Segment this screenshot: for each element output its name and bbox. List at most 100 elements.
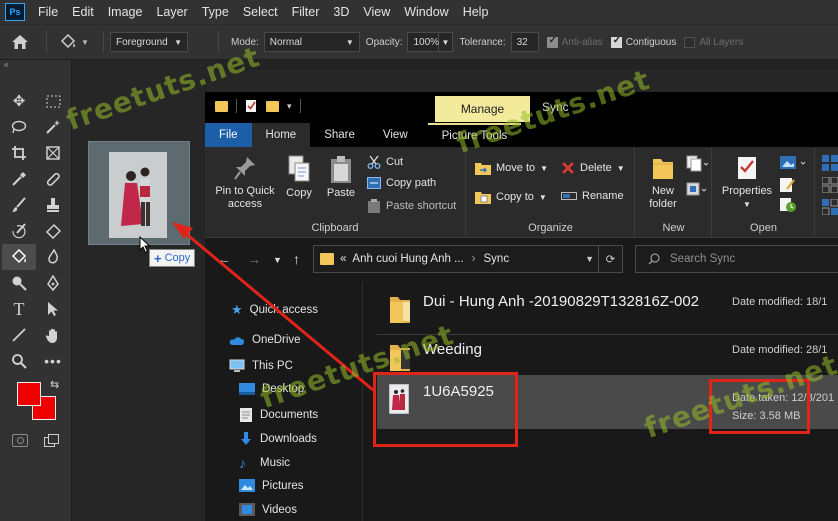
paste-button[interactable]: Paste (321, 155, 361, 200)
history-button[interactable] (779, 197, 809, 213)
screen-mode-icon[interactable] (44, 434, 60, 447)
nav-quick-access[interactable]: ★ Quick access (231, 302, 318, 318)
lasso-tool-icon[interactable] (2, 114, 36, 140)
nav-downloads[interactable]: Downloads (239, 431, 317, 447)
forward-arrow-icon[interactable]: → (247, 251, 261, 267)
nav-documents[interactable]: Documents (239, 407, 318, 423)
mode-dropdown[interactable]: Normal ▼ (263, 32, 360, 52)
breadcrumb-parent[interactable]: Anh cuoi Hung Anh ... (352, 253, 463, 265)
tab-home[interactable]: Home (251, 123, 311, 147)
new-item-button[interactable] (686, 155, 709, 173)
fill-source-dropdown[interactable]: Foreground ▼ (110, 32, 188, 52)
marquee-tool-icon[interactable] (36, 88, 70, 114)
properties-button[interactable]: Properties ▼ (717, 155, 777, 211)
paste-shortcut-button[interactable]: Paste shortcut (367, 199, 456, 213)
pin-to-quick-access-button[interactable]: Pin to Quick access (211, 155, 279, 211)
menu-window[interactable]: Window (397, 0, 455, 24)
healing-brush-tool-icon[interactable] (36, 166, 70, 192)
anti-alias-checkbox[interactable] (546, 35, 558, 48)
nav-desktop[interactable]: Desktop (239, 383, 304, 395)
refresh-icon[interactable]: ⟳ (598, 246, 622, 272)
path-selection-tool-icon[interactable] (36, 296, 70, 322)
nav-videos[interactable]: Videos (239, 503, 297, 516)
frame-tool-icon[interactable] (36, 140, 70, 166)
back-arrow-icon[interactable]: ← (217, 251, 231, 267)
address-bar[interactable]: « Anh cuoi Hung Anh ... › Sync ▼ ⟳ (313, 245, 623, 273)
breadcrumb-overflow[interactable]: « (340, 253, 346, 265)
invert-selection-icon[interactable] (822, 199, 838, 215)
select-none-icon[interactable] (822, 177, 838, 193)
all-layers-checkbox[interactable] (684, 36, 696, 48)
type-tool-icon[interactable]: T (2, 296, 36, 322)
cut-button[interactable]: Cut (367, 155, 403, 169)
dodge-tool-icon[interactable] (2, 270, 36, 296)
properties-check-icon[interactable] (245, 99, 258, 113)
foreground-color-swatch[interactable] (17, 382, 41, 406)
tab-view[interactable]: View (369, 123, 422, 147)
magic-wand-tool-icon[interactable] (36, 114, 70, 140)
menu-type[interactable]: Type (195, 0, 236, 24)
copy-to-button[interactable]: Copy to ▼ (475, 190, 547, 204)
new-folder-icon[interactable] (266, 100, 279, 112)
copy-button[interactable]: Copy (281, 155, 317, 200)
zoom-tool-icon[interactable] (2, 348, 36, 374)
nav-music[interactable]: ♪ Music (239, 455, 290, 471)
menu-help[interactable]: Help (456, 0, 496, 24)
brush-tool-icon[interactable] (2, 192, 36, 218)
nav-this-pc[interactable]: This PC (229, 359, 293, 373)
tab-picture-tools[interactable]: Picture Tools (427, 123, 522, 147)
list-item[interactable]: Dui - Hung Anh -20190829T132816Z-002 Dat… (377, 282, 838, 332)
menu-edit[interactable]: Edit (65, 0, 101, 24)
clone-stamp-tool-icon[interactable] (36, 192, 70, 218)
move-tool-icon[interactable]: ✥ (2, 88, 36, 114)
line-tool-icon[interactable] (2, 322, 36, 348)
open-with-button[interactable] (779, 155, 809, 171)
menu-layer[interactable]: Layer (149, 0, 194, 24)
up-arrow-icon[interactable]: ↑ (293, 251, 300, 267)
crop-tool-icon[interactable] (2, 140, 36, 166)
swap-colors-icon[interactable]: ⇆ (50, 378, 59, 391)
more-tools-icon[interactable]: ••• (36, 348, 70, 374)
rename-button[interactable]: Rename (561, 190, 624, 202)
tab-file[interactable]: File (205, 123, 252, 147)
new-folder-button[interactable]: New folder (640, 155, 686, 211)
edit-button[interactable] (779, 177, 809, 193)
easy-access-button[interactable] (686, 181, 708, 199)
menu-filter[interactable]: Filter (285, 0, 327, 24)
eyedropper-tool-icon[interactable] (2, 166, 36, 192)
select-all-icon[interactable] (822, 155, 838, 171)
delete-button[interactable]: Delete ▼ (561, 161, 625, 175)
opacity-dropdown[interactable]: ▼ (439, 32, 454, 52)
breadcrumb-current[interactable]: Sync (484, 253, 510, 265)
quick-mask-icon[interactable] (12, 434, 28, 447)
search-box[interactable]: Search Sync (635, 245, 838, 273)
home-button[interactable] (0, 25, 40, 59)
move-to-button[interactable]: Move to ▼ (475, 161, 548, 175)
collapse-arrows-icon[interactable]: « (0, 60, 71, 70)
manage-contextual-tab[interactable]: Manage (435, 96, 530, 122)
menu-image[interactable]: Image (101, 0, 150, 24)
tolerance-field[interactable]: 32 (510, 32, 539, 52)
contiguous-checkbox[interactable] (610, 35, 622, 48)
menu-file[interactable]: File (31, 0, 65, 24)
history-brush-tool-icon[interactable] (2, 218, 36, 244)
menu-3d[interactable]: 3D (326, 0, 356, 24)
paint-bucket-tool-icon[interactable] (2, 244, 36, 270)
customize-toolbar-icon[interactable]: ▾ (287, 101, 292, 112)
list-item[interactable]: Weeding Date modified: 28/1 (377, 336, 838, 372)
hand-tool-icon[interactable] (36, 322, 70, 348)
recent-locations-chevron-icon[interactable]: ▼ (273, 255, 282, 265)
address-dropdown-chevron-icon[interactable]: ▼ (585, 254, 594, 264)
copy-path-icon (367, 177, 381, 189)
copy-path-button[interactable]: Copy path (367, 177, 436, 189)
blur-tool-icon[interactable] (36, 244, 70, 270)
opacity-field[interactable]: 100% (407, 32, 440, 52)
menu-view[interactable]: View (356, 0, 397, 24)
nav-pictures[interactable]: Pictures (239, 479, 304, 492)
tool-preset-picker[interactable]: ▼ (53, 33, 97, 51)
nav-onedrive[interactable]: OneDrive (229, 334, 301, 346)
pen-tool-icon[interactable] (36, 270, 70, 296)
eraser-tool-icon[interactable] (36, 218, 70, 244)
tab-share[interactable]: Share (310, 123, 369, 147)
menu-select[interactable]: Select (236, 0, 285, 24)
